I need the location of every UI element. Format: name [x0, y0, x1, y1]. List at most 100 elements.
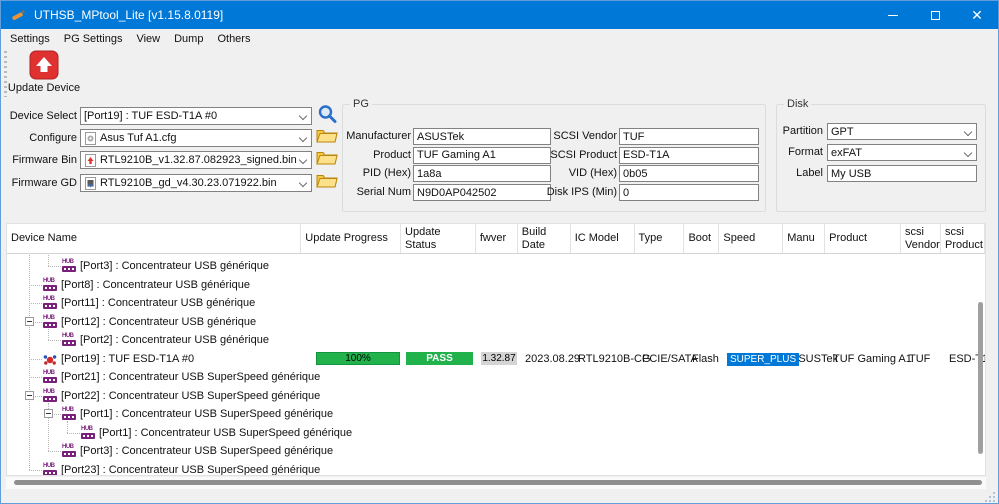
tree-row-port[interactable]: [Port19] : TUF ESD-T1A #0100%PASS1.32.87… [7, 350, 985, 368]
pg-field-disk-ips-min-[interactable] [619, 184, 759, 201]
tree-row-port[interactable]: HUB[Port12] : Concentrateur USB génériqu… [7, 313, 985, 331]
toolbar-gripper[interactable] [4, 51, 7, 97]
close-button[interactable]: ✕ [956, 1, 998, 29]
column-header-product[interactable]: Product [825, 224, 901, 253]
column-header-update-progress[interactable]: Update Progress [301, 224, 401, 253]
maximize-icon [931, 11, 940, 20]
column-header-scsi-product[interactable]: scsi Product [941, 224, 985, 253]
disk-select-partition[interactable]: GPT [827, 123, 977, 140]
tree-item-label: [Port3] : Concentrateur USB générique [80, 257, 269, 275]
browse-file-button[interactable] [315, 128, 339, 148]
column-header-speed[interactable]: Speed [719, 224, 783, 253]
tree-item-label: [Port22] : Concentrateur USB SuperSpeed … [61, 387, 320, 405]
pg-field-label: SCSI Vendor [553, 128, 617, 145]
browse-file-button[interactable] [315, 150, 339, 170]
column-header-fwver[interactable]: fwver [476, 224, 518, 253]
tree-row-port[interactable]: HUB[Port1] : Concentrateur USB SuperSpee… [7, 424, 985, 442]
tree-item-label: [Port19] : TUF ESD-T1A #0 [61, 350, 194, 368]
vertical-scrollbar[interactable] [978, 302, 983, 454]
pg-field-scsi-vendor[interactable] [619, 128, 759, 145]
usb-device-icon [43, 353, 57, 365]
table-header: Device NameUpdate ProgressUpdate Statusf… [7, 224, 985, 254]
tree-row-port[interactable]: HUB[Port3] : Concentrateur USB générique [7, 257, 985, 275]
column-header-manu[interactable]: Manu [783, 224, 825, 253]
disk-group: Disk PartitionGPTFormatexFATLabel [776, 104, 986, 212]
browse-file-button[interactable] [315, 173, 339, 193]
disk-field-label[interactable] [827, 165, 977, 182]
usb-hub-icon: HUB [43, 296, 59, 310]
pg-field-product[interactable] [413, 147, 551, 164]
speed-badge: SUPER_PLUS [727, 353, 799, 366]
usb-hub-icon: HUB [43, 370, 59, 384]
gd-file-icon [84, 177, 97, 190]
tree-expander-collapse[interactable] [25, 317, 34, 326]
combo-device-select[interactable]: [Port19] : TUF ESD-T1A #0 [80, 107, 312, 125]
tree-expander-collapse[interactable] [44, 409, 53, 418]
usb-hub-icon: HUB [62, 333, 78, 347]
column-header-device-name[interactable]: Device Name [7, 224, 301, 253]
update-device-button[interactable]: Update Device [11, 50, 77, 98]
pg-group-title: PG [350, 98, 372, 110]
tree-item-label: [Port8] : Concentrateur USB générique [61, 276, 250, 294]
tree-expander-collapse[interactable] [25, 391, 34, 400]
column-header-build-date[interactable]: Build Date [518, 224, 571, 253]
column-header-type[interactable]: Type [635, 224, 685, 253]
tree-row-port[interactable]: HUB[Port2] : Concentrateur USB générique [7, 331, 985, 349]
pg-field-label: Disk IPS (Min) [547, 184, 617, 201]
column-header-update-status[interactable]: Update Status [401, 224, 476, 253]
tree-row-port[interactable]: HUB[Port22] : Concentrateur USB SuperSpe… [7, 387, 985, 405]
menu-item-pg-settings[interactable]: PG Settings [57, 31, 130, 47]
menu-item-others[interactable]: Others [210, 31, 257, 47]
combo-value: exFAT [831, 147, 862, 159]
column-header-scsi-vendor[interactable]: scsi Vendor [901, 224, 941, 253]
pg-field-scsi-product[interactable] [619, 147, 759, 164]
combo-firmware-bin[interactable]: RTL9210B_v1.32.87.082923_signed.bin [80, 151, 312, 169]
column-header-ic-model[interactable]: IC Model [571, 224, 635, 253]
resize-grip[interactable] [985, 492, 995, 502]
pg-field-vid-hex-[interactable] [619, 165, 759, 182]
disk-select-format[interactable]: exFAT [827, 144, 977, 161]
disk-field-label: Label [796, 165, 823, 182]
menu-bar: SettingsPG SettingsViewDumpOthers [1, 29, 998, 48]
tree-row-port[interactable]: HUB[Port11] : Concentrateur USB génériqu… [7, 294, 985, 312]
app-window: UTHSB_MPtool_Lite [v1.15.8.0119] ✕ Setti… [0, 0, 999, 504]
tree-row-port[interactable]: HUB[Port3] : Concentrateur USB SuperSpee… [7, 442, 985, 460]
usb-hub-icon: HUB [43, 278, 59, 292]
cell-type: PCIE/SATA [642, 352, 698, 366]
combo-value: Asus Tuf A1.cfg [100, 132, 176, 144]
pg-field-manufacturer[interactable] [413, 128, 551, 145]
tree-row-port[interactable]: HUB[Port8] : Concentrateur USB générique [7, 276, 985, 294]
chevron-down-icon [299, 134, 307, 142]
tree-row-port[interactable]: HUB[Port23] : Concentrateur USB SuperSpe… [7, 461, 985, 476]
minimize-button[interactable] [872, 1, 914, 29]
horizontal-scrollbar-thumb[interactable] [14, 480, 982, 485]
combo-configure[interactable]: Asus Tuf A1.cfg [80, 129, 312, 147]
horizontal-scrollbar[interactable] [6, 477, 986, 489]
tree-connector [29, 359, 42, 360]
search-device-button[interactable] [315, 106, 339, 126]
menu-item-view[interactable]: View [129, 31, 167, 47]
combo-value: RTL9210B_gd_v4.30.23.071922.bin [100, 177, 277, 189]
usb-hub-icon: HUB [62, 444, 78, 458]
tree-connector [29, 285, 42, 286]
folder-icon [316, 172, 338, 194]
tree-item-label: [Port1] : Concentrateur USB SuperSpeed g… [80, 405, 333, 423]
menu-item-settings[interactable]: Settings [3, 31, 57, 47]
search-icon [316, 103, 338, 130]
tree-row-port[interactable]: HUB[Port1] : Concentrateur USB SuperSpee… [7, 405, 985, 423]
fwver-badge: 1.32.87 [481, 352, 517, 365]
chevron-down-icon [299, 156, 307, 164]
device-table: Device NameUpdate ProgressUpdate Statusf… [6, 223, 986, 476]
pg-field-serial-num[interactable] [413, 184, 551, 201]
combo-firmware-gd[interactable]: RTL9210B_gd_v4.30.23.071922.bin [80, 174, 312, 192]
tree-item-label: [Port3] : Concentrateur USB SuperSpeed g… [80, 442, 333, 460]
usb-hub-icon: HUB [43, 315, 59, 329]
minimize-icon [888, 15, 898, 16]
tree-row-port[interactable]: HUB[Port21] : Concentrateur USB SuperSpe… [7, 368, 985, 386]
title-bar: UTHSB_MPtool_Lite [v1.15.8.0119] ✕ [1, 1, 998, 29]
maximize-button[interactable] [914, 1, 956, 29]
menu-item-dump[interactable]: Dump [167, 31, 210, 47]
status-badge: PASS [406, 352, 473, 365]
column-header-boot[interactable]: Boot [684, 224, 719, 253]
pg-field-pid-hex-[interactable] [413, 165, 551, 182]
